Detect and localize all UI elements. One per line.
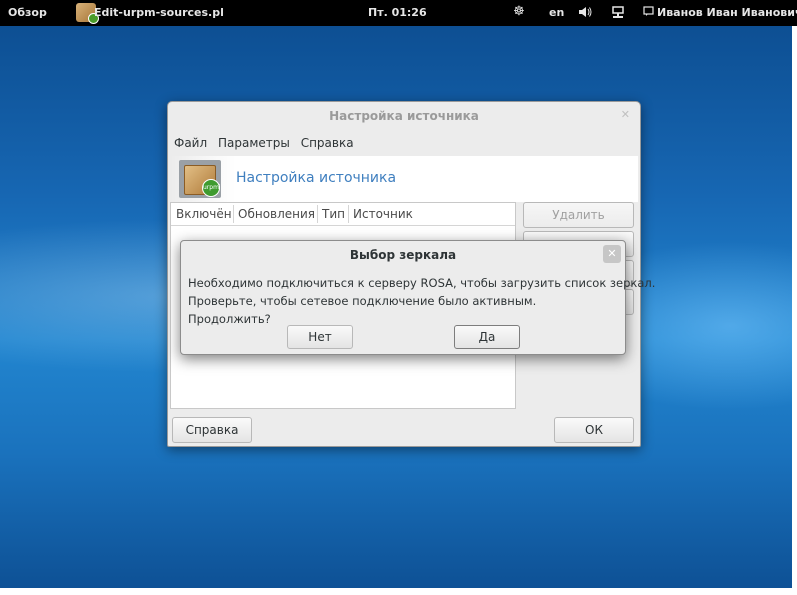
column-source[interactable]: Источник — [353, 207, 413, 221]
volume-icon[interactable] — [578, 6, 592, 21]
user-menu[interactable]: Иванов Иван Иванович — [657, 6, 797, 19]
close-icon[interactable]: ✕ — [603, 245, 621, 263]
no-button[interactable]: Нет — [287, 325, 353, 349]
close-icon[interactable]: ✕ — [621, 108, 630, 121]
message-line: Проверьте, чтобы сетевое подключение был… — [188, 294, 537, 308]
mirror-selection-dialog: Выбор зеркала ✕ Необходимо подключиться … — [180, 240, 656, 355]
screen-border — [792, 26, 797, 595]
header-banner: urpmi Настройка источника — [170, 156, 638, 202]
package-icon: urpmi — [179, 160, 221, 198]
column-type[interactable]: Тип — [322, 207, 345, 221]
network-icon[interactable] — [612, 6, 624, 22]
message-line: Необходимо подключиться к серверу ROSA, … — [188, 276, 656, 290]
menu-file[interactable]: Файл — [174, 136, 207, 150]
urpmi-badge: urpmi — [202, 179, 221, 197]
menu-help[interactable]: Справка — [301, 136, 354, 150]
banner-title: Настройка источника — [236, 170, 397, 186]
accessibility-icon[interactable]: ☸ — [513, 4, 525, 19]
clock[interactable]: Пт. 01:26 — [368, 6, 427, 19]
chat-icon[interactable] — [643, 6, 654, 20]
menu-options[interactable]: Параметры — [218, 136, 290, 150]
dialog-title: Выбор зеркала — [349, 248, 457, 262]
help-button[interactable]: Справка — [172, 417, 252, 443]
urpm-app-icon — [76, 3, 99, 24]
window-title: Настройка источника — [329, 109, 479, 123]
column-updates[interactable]: Обновления — [238, 207, 315, 221]
column-enabled[interactable]: Включён — [176, 207, 232, 221]
app-menu[interactable]: Edit-urpm-sources.pl — [94, 6, 224, 19]
yes-button[interactable]: Да — [454, 325, 520, 349]
message-line: Продолжить? — [188, 312, 271, 326]
table-header: Включён Обновления Тип Источник — [171, 203, 515, 226]
remove-button[interactable]: Удалить — [523, 202, 634, 228]
ok-button[interactable]: ОК — [554, 417, 634, 443]
dialog-message: Необходимо подключиться к серверу ROSA, … — [188, 274, 656, 328]
activities-button[interactable]: Обзор — [8, 6, 47, 19]
menu-bar: Файл Параметры Справка — [174, 136, 361, 154]
top-bar: Обзор Edit-urpm-sources.pl Пт. 01:26 ☸ e… — [0, 0, 797, 26]
language-indicator[interactable]: en — [549, 6, 564, 19]
screen-border — [0, 588, 797, 595]
